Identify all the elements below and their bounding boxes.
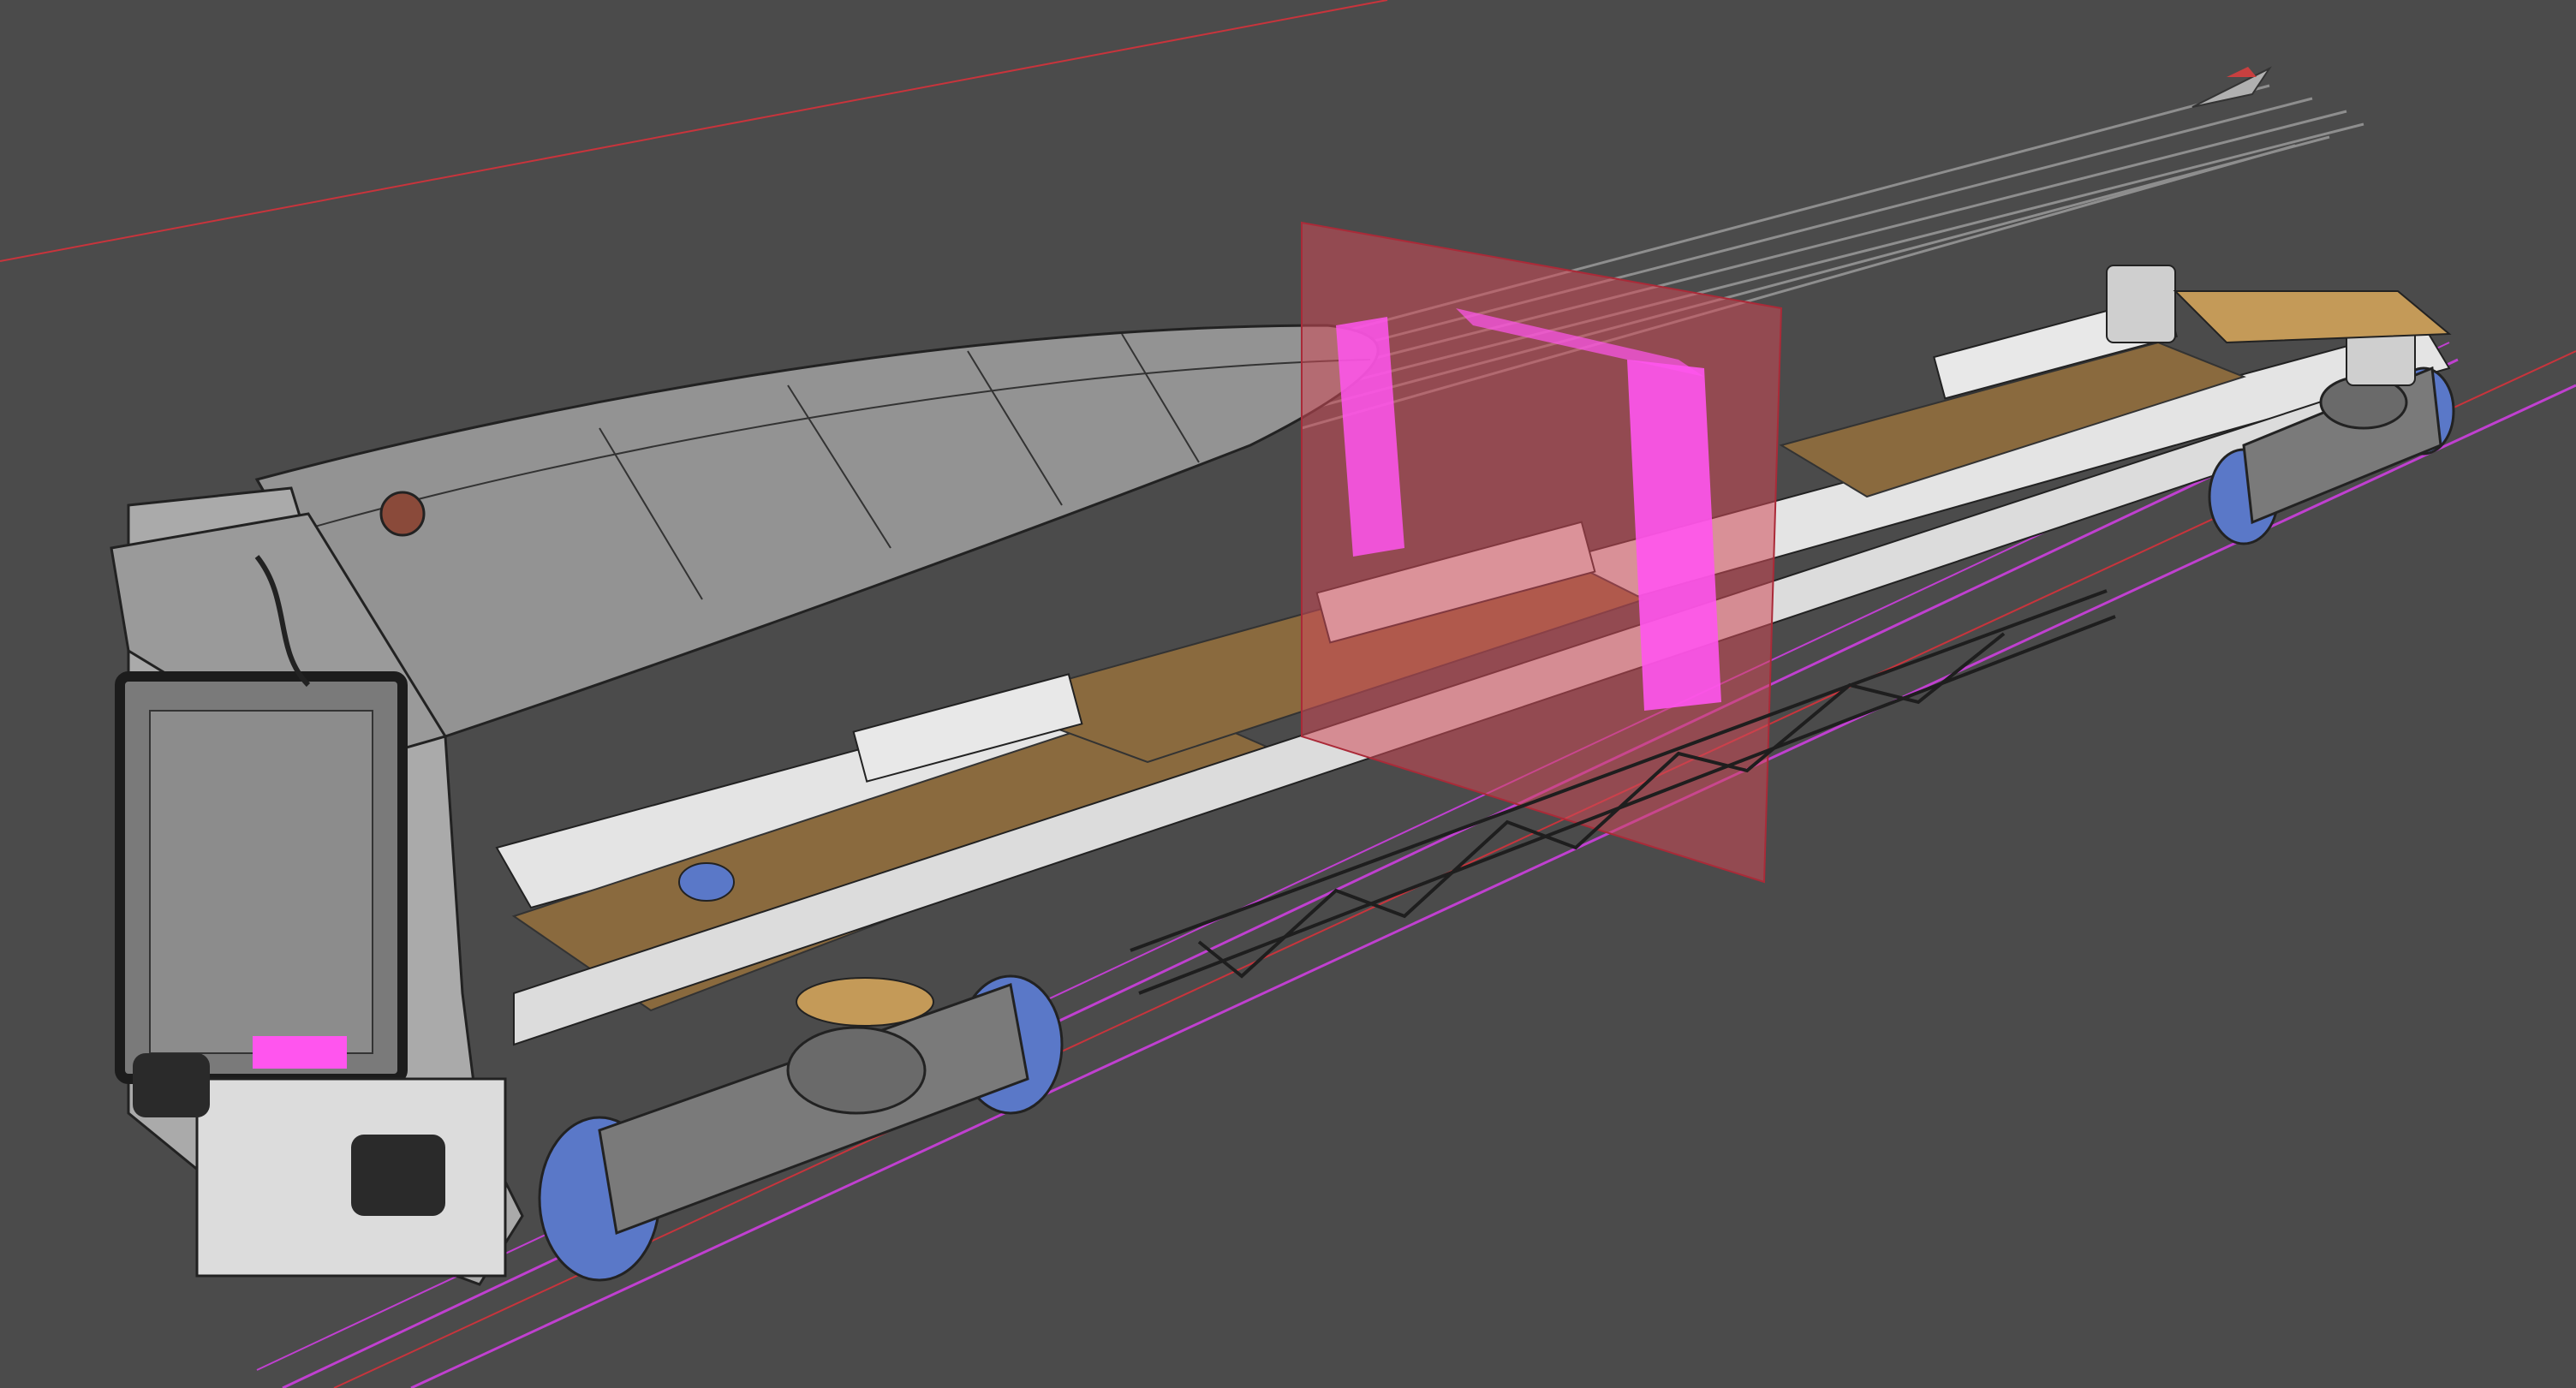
headlight-highlight: [253, 1036, 347, 1069]
cab-coil-icon: [379, 491, 426, 537]
bogie-front: [538, 974, 1064, 1282]
damper-rear-left: [2106, 265, 2176, 343]
air-spring-front: [786, 1026, 927, 1115]
x-axis-line: [0, 0, 1388, 262]
floor-fitting-icon: [678, 862, 735, 902]
rear-bracket: [2173, 290, 2452, 344]
cable-tip-end-icon: [2227, 67, 2257, 77]
buffer-left: [133, 1053, 210, 1117]
bolster-front: [796, 977, 934, 1027]
buffer-right: [351, 1135, 445, 1216]
3d-viewport[interactable]: [0, 0, 2576, 1388]
windshield-glass: [149, 710, 373, 1054]
